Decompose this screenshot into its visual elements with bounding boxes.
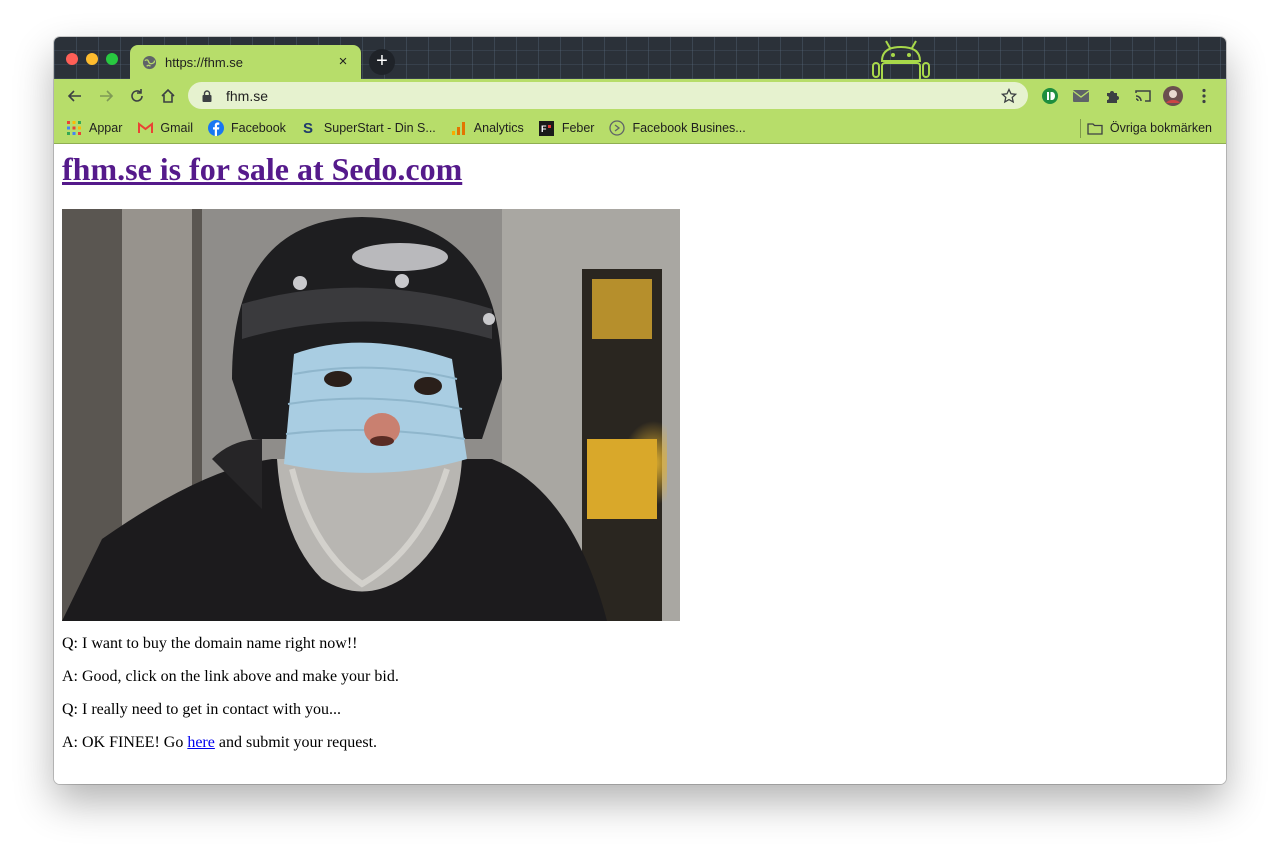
bookmark-label: Gmail <box>160 121 194 135</box>
apps-grid-icon <box>66 120 82 136</box>
tab-strip: https://fhm.se × + <box>54 37 1226 79</box>
bookmark-feber[interactable]: F Feber <box>539 120 595 136</box>
bookmarks-separator <box>1080 119 1081 138</box>
folder-icon <box>1087 120 1103 136</box>
tab-close-icon[interactable]: × <box>335 54 351 70</box>
extension-green-icon[interactable] <box>1038 84 1062 108</box>
mail-icon[interactable] <box>1069 84 1093 108</box>
lock-icon <box>202 89 212 102</box>
globe-icon <box>142 55 157 70</box>
faq-question-1: Q: I want to buy the domain name right n… <box>62 635 358 652</box>
reload-button[interactable] <box>122 81 152 111</box>
page-content: fhm.se is for sale at Sedo.com Q: I want… <box>54 145 1226 784</box>
bookmark-facebook-business[interactable]: Facebook Busines... <box>609 120 746 136</box>
other-bookmarks-label: Övriga bokmärken <box>1109 121 1212 135</box>
profile-avatar[interactable] <box>1161 84 1185 108</box>
gmail-icon <box>137 120 153 136</box>
bookmark-label: Facebook <box>231 121 286 135</box>
facebook-business-icon <box>609 120 626 136</box>
faq-answer-1: A: Good, click on the link above and mak… <box>62 668 399 685</box>
url-text: fhm.se <box>226 87 269 104</box>
bookmark-facebook[interactable]: Facebook <box>208 120 286 136</box>
masked-man-photo <box>62 209 680 621</box>
tab-active[interactable]: https://fhm.se × <box>130 45 361 79</box>
reload-icon <box>131 89 143 102</box>
bookmarks-bar: Appar Gmail Facebook S SuperStart - Din … <box>54 113 1226 144</box>
back-button[interactable] <box>60 81 90 111</box>
cast-icon[interactable] <box>1131 84 1155 108</box>
faq-answer-2-suffix: and submit your request. <box>214 734 378 751</box>
bookmark-analytics[interactable]: Analytics <box>451 120 524 136</box>
faq-answer-2-prefix: A: OK FINEE! Go <box>62 734 188 751</box>
faq-question-2: Q: I really need to get in contact with … <box>62 701 342 718</box>
bookmark-label: Analytics <box>473 121 524 135</box>
toolbar: fhm.se <box>54 79 1226 113</box>
feber-icon: F <box>539 120 555 136</box>
tab-title: https://fhm.se <box>165 54 244 70</box>
more-menu-icon[interactable] <box>1192 84 1216 108</box>
svg-text:F: F <box>541 124 547 134</box>
analytics-icon <box>451 120 467 136</box>
new-tab-button[interactable]: + <box>369 49 395 75</box>
bookmark-gmail[interactable]: Gmail <box>137 120 193 136</box>
bookmark-superstart[interactable]: S SuperStart - Din S... <box>301 120 436 136</box>
home-icon <box>161 88 175 103</box>
bookmark-label: Appar <box>89 121 123 135</box>
browser-window: https://fhm.se × + fhm.se Appar Gmail Fa… <box>54 37 1226 784</box>
address-bar[interactable]: fhm.se <box>188 82 1028 109</box>
arrow-right-icon <box>100 90 114 102</box>
android-theme-icon <box>872 40 930 79</box>
bookmark-label: SuperStart - Din S... <box>323 121 436 135</box>
close-window-button[interactable] <box>66 53 78 65</box>
contact-here-link[interactable]: here <box>187 734 215 751</box>
extensions-puzzle-icon[interactable] <box>1100 84 1124 108</box>
faq-answer-2: A: OK FINEE! Go here and submit your req… <box>62 734 377 752</box>
maximize-window-button[interactable] <box>106 53 118 65</box>
forward-button[interactable] <box>91 81 121 111</box>
bookmark-star-icon[interactable] <box>1000 87 1018 105</box>
minimize-window-button[interactable] <box>86 53 98 65</box>
facebook-icon <box>208 120 225 136</box>
arrow-left-icon <box>67 90 81 102</box>
bookmark-appar[interactable]: Appar <box>66 120 122 136</box>
headline-link[interactable]: fhm.se is for sale at Sedo.com <box>62 151 462 188</box>
home-button[interactable] <box>153 81 183 111</box>
superstart-icon: S <box>301 120 317 136</box>
bookmark-label: Feber <box>561 121 595 135</box>
svg-text:S: S <box>303 120 313 136</box>
other-bookmarks-folder[interactable]: Övriga bokmärken <box>1087 120 1212 136</box>
bookmark-label: Facebook Busines... <box>632 121 746 135</box>
